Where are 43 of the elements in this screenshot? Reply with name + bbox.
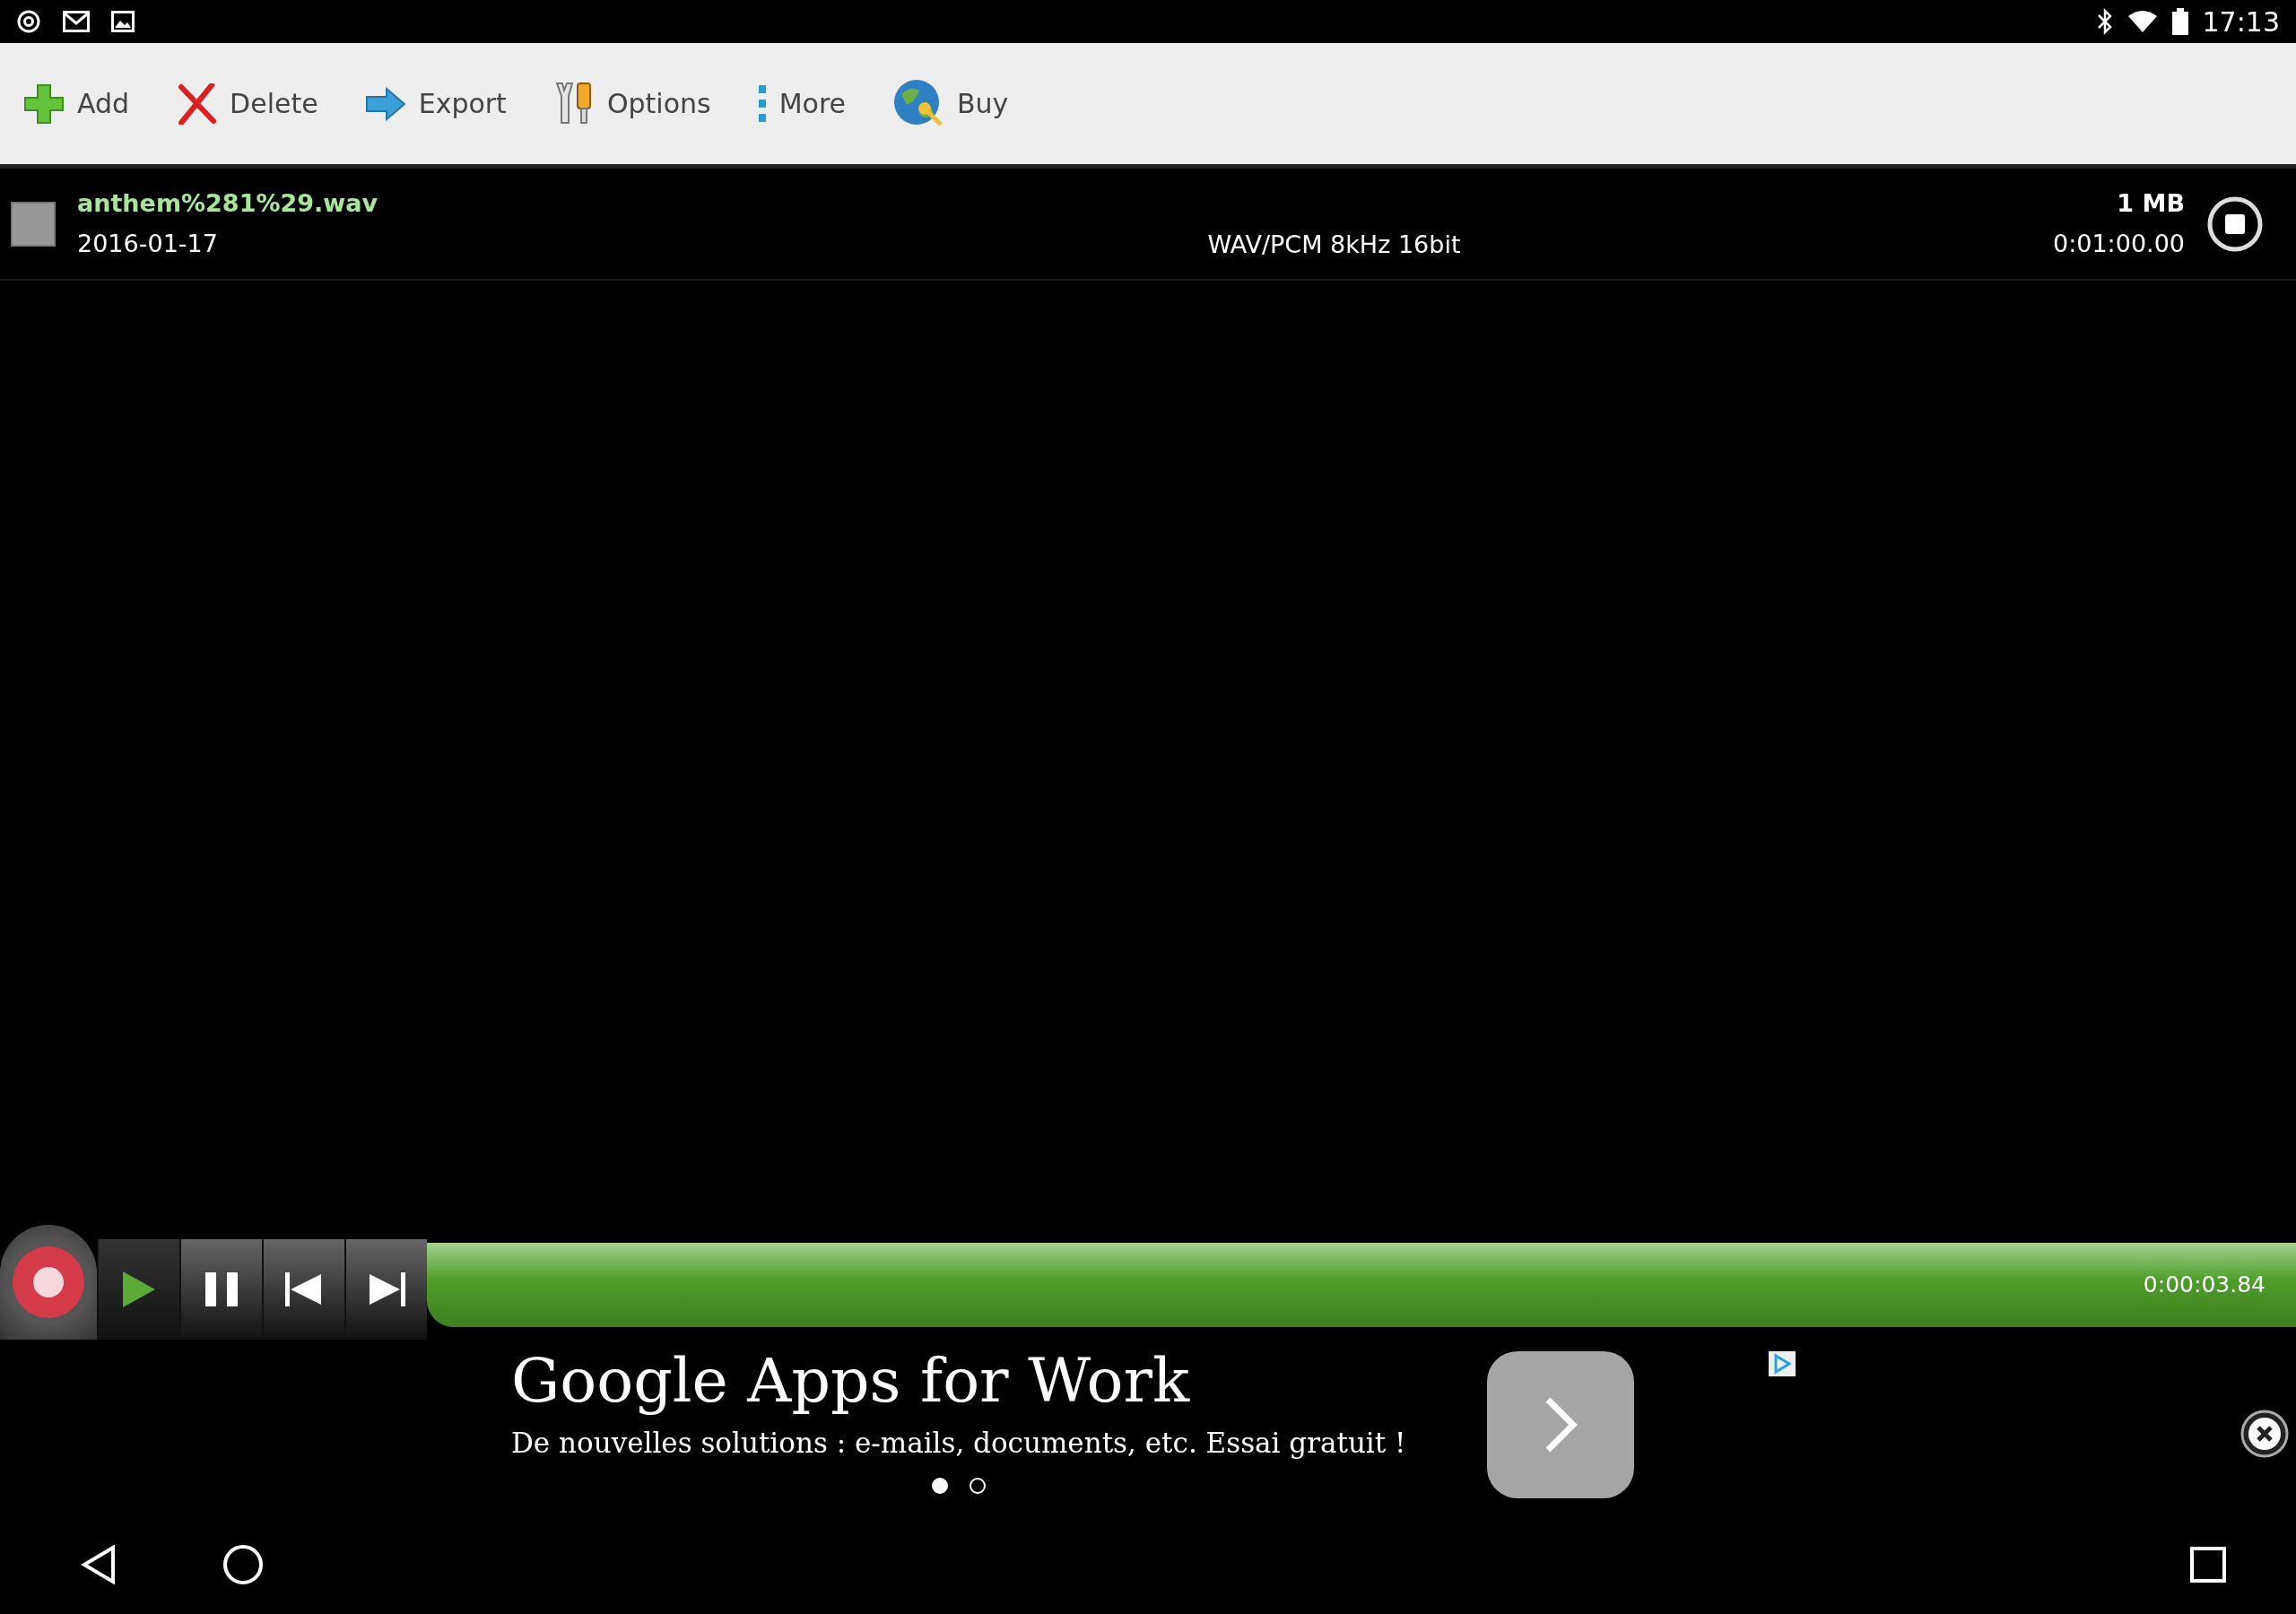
battery-icon (2171, 8, 2188, 35)
ad-text[interactable]: De nouvelles solutions : e-mails, documents, etc. Essai gratuit ! (511, 1421, 1406, 1464)
wifi-icon (2126, 10, 2158, 33)
recents-button[interactable] (2190, 1547, 2226, 1583)
mail-icon (63, 11, 90, 32)
toolbar-button[interactable]: Add (18, 75, 135, 132)
arrow-right-icon (364, 86, 406, 121)
next-button[interactable] (344, 1239, 427, 1340)
plus-icon (23, 82, 65, 125)
image-icon (111, 11, 135, 32)
home-button[interactable] (222, 1544, 264, 1585)
ad-choices-icon[interactable] (1768, 1351, 1796, 1376)
play-button[interactable] (97, 1239, 179, 1340)
toolbar-button[interactable]: More (752, 76, 851, 131)
record-button[interactable] (0, 1225, 97, 1340)
skip-forward-icon (368, 1272, 405, 1306)
pause-icon (204, 1272, 239, 1306)
toolbar-button[interactable]: Delete (170, 75, 324, 132)
bluetooth-icon (2096, 8, 2113, 35)
page-dot[interactable] (931, 1478, 948, 1495)
page-dot[interactable] (969, 1478, 986, 1495)
file-duration: 0:01:00.00 (2052, 228, 2185, 259)
file-date: 2016-01-17 (77, 228, 219, 259)
arrow-button[interactable] (1486, 1351, 1634, 1498)
more-vertical-icon (757, 84, 767, 123)
clock-time: 17:13 (2202, 4, 2280, 39)
previous-button[interactable] (262, 1239, 344, 1340)
checkbox[interactable] (11, 201, 56, 247)
close-icon[interactable] (2240, 1410, 2289, 1458)
back-button[interactable] (81, 1545, 117, 1584)
file-name: anthem%281%29.wav (77, 188, 379, 219)
cross-icon (176, 82, 218, 125)
pause-button[interactable] (179, 1239, 262, 1340)
play-icon (121, 1270, 157, 1309)
toolbar-button[interactable]: Export (359, 76, 512, 131)
file-format: WAV/PCM 8kHz 16bit (1207, 230, 1461, 259)
skip-back-icon (285, 1272, 323, 1306)
elapsed-time: 0:00:03.84 (2143, 1271, 2266, 1300)
toolbar-button[interactable]: Buy (887, 70, 1014, 137)
file-size: 1 MB (2117, 188, 2185, 219)
toolbar-button[interactable]: Options (547, 74, 717, 134)
ad-title[interactable]: Google Apps for Work (511, 1348, 1190, 1415)
stop-button[interactable] (2206, 195, 2264, 253)
